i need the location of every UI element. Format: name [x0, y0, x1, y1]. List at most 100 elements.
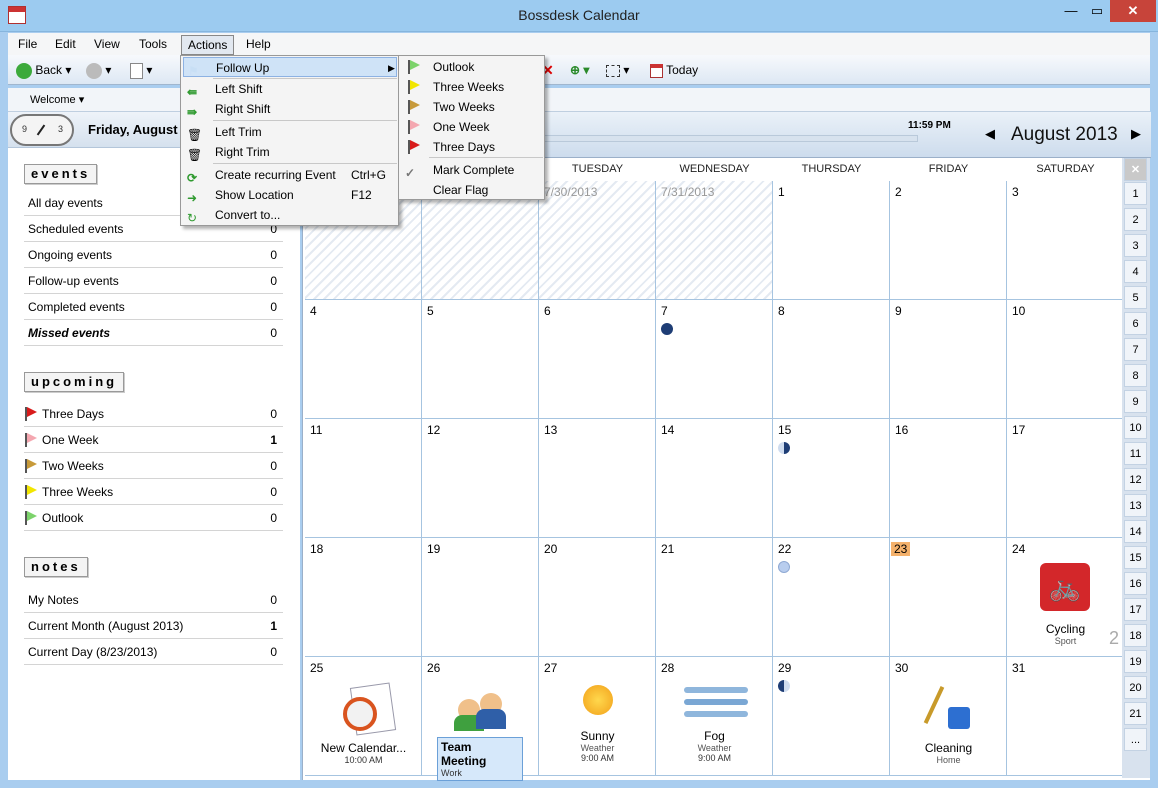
- today-button[interactable]: Today: [650, 61, 698, 79]
- day-cell[interactable]: 19: [422, 538, 539, 657]
- event-team-meeting[interactable]: Team Meeting Work: [437, 737, 523, 781]
- menu-file[interactable]: File: [12, 35, 43, 55]
- day-cell[interactable]: 1: [773, 181, 890, 300]
- day-cell[interactable]: 2: [890, 181, 1007, 300]
- menu-item-right-trim[interactable]: 🗑 Right Trim: [183, 142, 397, 162]
- event-fog[interactable]: Fog Weather 9:00 AM: [656, 729, 773, 763]
- event-new-calendar[interactable]: New Calendar... 10:00 AM: [305, 741, 422, 765]
- forward-button[interactable]: ▾: [86, 61, 111, 79]
- cycling-icon[interactable]: 🚲: [1040, 563, 1090, 611]
- day-cell[interactable]: 16: [890, 419, 1007, 538]
- week-number[interactable]: 3: [1124, 234, 1147, 257]
- followup-item-one-week[interactable]: One Week: [401, 117, 543, 137]
- week-number[interactable]: 10: [1124, 416, 1147, 439]
- week-number[interactable]: 8: [1124, 364, 1147, 387]
- menu-item-left-trim[interactable]: 🗑 Left Trim: [183, 122, 397, 142]
- menu-edit[interactable]: Edit: [49, 35, 82, 55]
- cleaning-icon[interactable]: [923, 683, 974, 733]
- day-cell[interactable]: 27 Sunny Weather 9:00 AM: [539, 657, 656, 776]
- week-number[interactable]: 18: [1124, 624, 1147, 647]
- new-document-button[interactable]: ▾: [130, 61, 152, 79]
- notes-row-current-day[interactable]: Current Day (8/23/2013) 0: [24, 639, 283, 665]
- week-number[interactable]: 17: [1124, 598, 1147, 621]
- event-cycling[interactable]: Cycling Sport: [1007, 622, 1124, 646]
- day-cell[interactable]: 30 Cleaning Home: [890, 657, 1007, 776]
- week-number[interactable]: 15: [1124, 546, 1147, 569]
- prev-month-icon[interactable]: ◀: [985, 126, 995, 142]
- upcoming-row-one-week[interactable]: One Week 1: [24, 427, 283, 453]
- day-cell[interactable]: 22: [773, 538, 890, 657]
- menu-actions[interactable]: Actions: [181, 35, 235, 55]
- week-number[interactable]: 19: [1124, 650, 1147, 673]
- upcoming-row-two-weeks[interactable]: Two Weeks 0: [24, 453, 283, 479]
- minimize-button[interactable]: —: [1058, 0, 1084, 22]
- day-cell[interactable]: 10: [1007, 300, 1124, 419]
- week-number[interactable]: 20: [1124, 676, 1147, 699]
- maximize-button[interactable]: ▭: [1084, 0, 1110, 22]
- day-cell-today[interactable]: 23: [890, 538, 1007, 657]
- week-number[interactable]: 14: [1124, 520, 1147, 543]
- day-cell[interactable]: 7/31/2013: [656, 181, 773, 300]
- day-cell[interactable]: 20: [539, 538, 656, 657]
- week-number[interactable]: 1: [1124, 182, 1147, 205]
- week-number[interactable]: 13: [1124, 494, 1147, 517]
- week-number[interactable]: 2: [1124, 208, 1147, 231]
- event-row-follow-up[interactable]: Follow-up events 0: [24, 268, 283, 294]
- upcoming-row-three-days[interactable]: Three Days 0: [24, 401, 283, 427]
- zoom-in-button[interactable]: ⊕ ▾: [570, 61, 589, 79]
- day-cell[interactable]: 5: [422, 300, 539, 419]
- event-sunny[interactable]: Sunny Weather 9:00 AM: [539, 729, 656, 763]
- event-row-ongoing[interactable]: Ongoing events 0: [24, 242, 283, 268]
- week-number[interactable]: 9: [1124, 390, 1147, 413]
- menu-view[interactable]: View: [88, 35, 126, 55]
- upcoming-row-outlook[interactable]: Outlook 0: [24, 505, 283, 531]
- week-number[interactable]: 5: [1124, 286, 1147, 309]
- day-cell[interactable]: 6: [539, 300, 656, 419]
- day-cell[interactable]: 4: [305, 300, 422, 419]
- followup-item-outlook[interactable]: Outlook: [401, 57, 543, 77]
- day-cell[interactable]: 17: [1007, 419, 1124, 538]
- menu-item-convert-to[interactable]: ↻ Convert to...: [183, 205, 397, 225]
- day-cell[interactable]: 18: [305, 538, 422, 657]
- event-cleaning[interactable]: Cleaning Home: [890, 741, 1007, 765]
- day-cell[interactable]: 31: [1007, 657, 1124, 776]
- week-number[interactable]: 11: [1124, 442, 1147, 465]
- week-number[interactable]: 6: [1124, 312, 1147, 335]
- followup-item-clear-flag[interactable]: Clear Flag: [401, 180, 543, 200]
- menu-item-create-recurring[interactable]: ⟳ Create recurring Event Ctrl+G: [183, 165, 397, 185]
- day-cell[interactable]: 7: [656, 300, 773, 419]
- more-weeks-button[interactable]: ...: [1124, 728, 1147, 751]
- day-cell[interactable]: 7/30/2013: [539, 181, 656, 300]
- day-cell[interactable]: 25 New Calendar... 10:00 AM: [305, 657, 422, 776]
- welcome-dropdown[interactable]: Welcome ▾: [30, 93, 84, 106]
- notes-row-my-notes[interactable]: My Notes 0: [24, 587, 283, 613]
- followup-item-two-weeks[interactable]: Two Weeks: [401, 97, 543, 117]
- select-button[interactable]: ▾: [606, 61, 629, 79]
- calendar-clock-icon[interactable]: [335, 682, 397, 736]
- week-number[interactable]: 16: [1124, 572, 1147, 595]
- upcoming-row-three-weeks[interactable]: Three Weeks 0: [24, 479, 283, 505]
- event-row-completed[interactable]: Completed events 0: [24, 294, 283, 320]
- followup-item-three-weeks[interactable]: Three Weeks: [401, 77, 543, 97]
- followup-item-mark-complete[interactable]: ✓ Mark Complete: [401, 160, 543, 180]
- meeting-people-icon[interactable]: [454, 681, 508, 731]
- menu-tools[interactable]: Tools: [133, 35, 173, 55]
- notes-row-current-month[interactable]: Current Month (August 2013) 1: [24, 613, 283, 639]
- week-number[interactable]: 12: [1124, 468, 1147, 491]
- day-cell[interactable]: 24 🚲 Cycling Sport 2: [1007, 538, 1124, 657]
- followup-item-three-days[interactable]: Three Days: [401, 137, 543, 157]
- week-number[interactable]: 21: [1124, 702, 1147, 725]
- close-button[interactable]: ✕: [1110, 0, 1156, 22]
- event-row-missed[interactable]: Missed events 0: [24, 320, 283, 346]
- day-cell[interactable]: 26 Team Meeting Work: [422, 657, 539, 781]
- menu-item-follow-up[interactable]: ⚑ Follow Up ▶: [183, 57, 397, 78]
- week-number[interactable]: 4: [1124, 260, 1147, 283]
- day-cell[interactable]: 13: [539, 419, 656, 538]
- day-cell[interactable]: 29: [773, 657, 890, 776]
- menu-item-left-shift[interactable]: ⇚ Left Shift: [183, 79, 397, 99]
- menu-help[interactable]: Help: [240, 35, 277, 55]
- day-cell[interactable]: 3: [1007, 181, 1124, 300]
- day-cell[interactable]: 28 Fog Weather 9:00 AM: [656, 657, 773, 776]
- collapse-icon[interactable]: ✕: [1124, 158, 1147, 181]
- week-number[interactable]: 7: [1124, 338, 1147, 361]
